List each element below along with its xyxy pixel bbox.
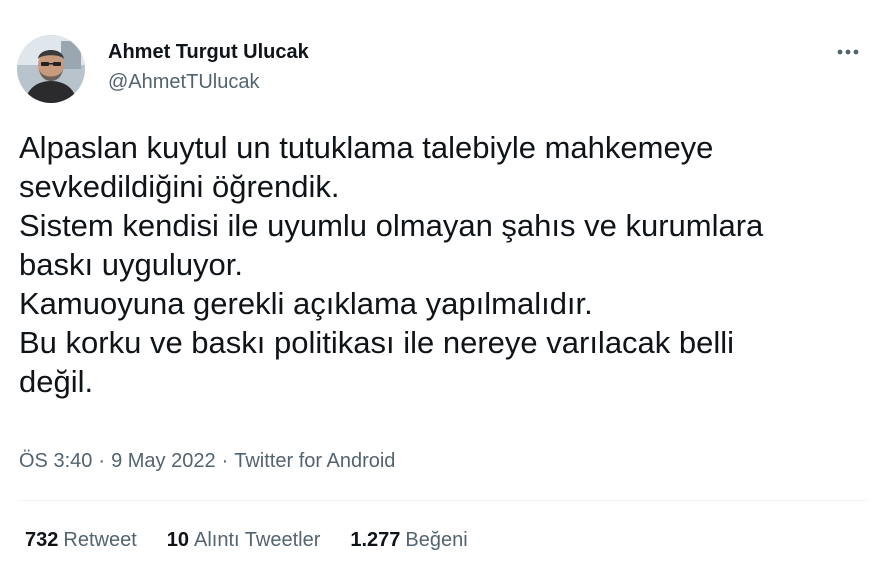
quote-tweets-stat[interactable]: 10 Alıntı Tweetler [167, 527, 321, 553]
likes-count: 1.277 [350, 529, 401, 551]
more-options-button[interactable] [832, 38, 864, 66]
tweet-text-line: sevkedildiğini öğrendik. [19, 169, 340, 204]
meta-separator: · [98, 450, 106, 472]
quote-tweets-label: Alıntı Tweetler [194, 529, 321, 551]
tweet-text: Alpaslan kuytul un tutuklama talebiyle m… [19, 128, 859, 401]
author-display-name[interactable]: Ahmet Turgut Ulucak [108, 40, 309, 64]
tweet-time[interactable]: ÖS 3:40 [19, 450, 92, 472]
tweet-source[interactable]: Twitter for Android [234, 450, 395, 472]
retweets-count: 732 [25, 529, 59, 551]
tweet-card: Ahmet Turgut Ulucak @AhmetTUlucak Alpasl… [0, 0, 876, 562]
author-handle[interactable]: @AhmetTUlucak [108, 70, 309, 94]
retweets-stat[interactable]: 732 Retweet [25, 527, 137, 553]
avatar-image [17, 35, 85, 103]
tweet-text-line: baskı uyguluyor. [19, 247, 244, 282]
quote-tweets-count: 10 [166, 529, 189, 551]
tweet-text-line: Alpaslan kuytul un tutuklama talebiyle m… [19, 130, 714, 165]
tweet-text-line: değil. [19, 364, 94, 399]
tweet-text-line: Kamuoyuna gerekli açıklama yapılmalıdır. [19, 286, 593, 321]
tweet-date[interactable]: 9 May 2022 [111, 450, 216, 472]
author-block: Ahmet Turgut Ulucak @AhmetTUlucak [108, 40, 309, 94]
author-avatar[interactable] [17, 35, 85, 103]
tweet-text-line: Bu korku ve baskı politikası ile nereye … [19, 325, 735, 360]
tweet-meta: ÖS 3:40 · 9 May 2022 · Twitter for Android [19, 448, 395, 474]
more-horizontal-icon [836, 48, 860, 56]
tweet-stats: 732 Retweet 10 Alıntı Tweetler 1.277 Beğeni [25, 527, 498, 553]
likes-label: Beğeni [405, 529, 468, 551]
divider [19, 500, 867, 501]
retweets-label: Retweet [63, 529, 137, 551]
likes-stat[interactable]: 1.277 Beğeni [350, 527, 467, 553]
meta-separator: · [221, 450, 229, 472]
tweet-text-line: Sistem kendisi ile uyumlu olmayan şahıs … [19, 208, 764, 243]
